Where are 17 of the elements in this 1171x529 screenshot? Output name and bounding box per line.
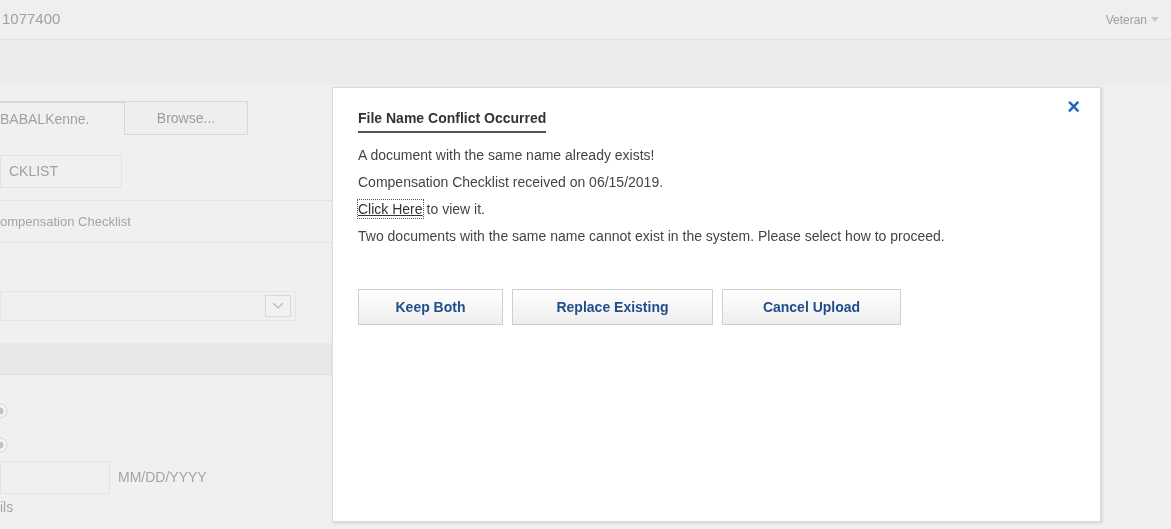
date-format-hint: MM/DD/YYYY	[118, 468, 207, 487]
action-button[interactable]: Cancel Upload	[722, 289, 901, 325]
chevron-down-icon	[265, 295, 291, 317]
dialog-title: File Name Conflict Occurred	[358, 108, 547, 133]
dropdown-field[interactable]	[0, 291, 296, 321]
message-text: Two documents with the same name cannot exist in the system. Please select how to proceed.	[358, 227, 946, 245]
record-number: 1077400	[2, 9, 61, 30]
form-label: ils	[0, 500, 15, 514]
action-button[interactable]: Replace Existing	[512, 289, 713, 325]
message-text: Compensation Checklist received on 06/15/2019.	[358, 173, 665, 191]
close-button[interactable]: ×	[1067, 96, 1080, 118]
message-text: A document with the same name already exists!	[358, 146, 656, 164]
action-button[interactable]: Keep Both	[358, 289, 503, 325]
caret-icon	[1151, 17, 1159, 22]
view-link[interactable]: Click Here	[358, 200, 423, 218]
message-text: to view it.	[426, 200, 485, 218]
document-description: ompensation Checklist	[0, 212, 131, 231]
